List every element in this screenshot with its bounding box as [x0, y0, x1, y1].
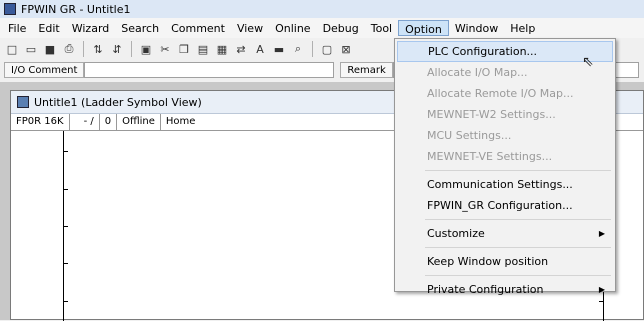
print-icon[interactable]: ⎙: [61, 41, 77, 57]
online-status: Offline: [117, 114, 161, 130]
mode-indicator: - /: [70, 114, 100, 130]
toolbar-separator: [312, 41, 313, 57]
menu-item-mewnet-ve-settings[interactable]: MEWNET-VE Settings...: [397, 146, 613, 167]
menu-comment[interactable]: Comment: [165, 20, 231, 36]
copy-icon[interactable]: ❐: [176, 41, 192, 57]
open-icon[interactable]: ▭: [23, 41, 39, 57]
title-bar: FPWIN GR - Untitle1: [0, 0, 644, 18]
cursor-position: Home: [165, 116, 196, 127]
select-icon[interactable]: ▣: [138, 41, 154, 57]
step-count: 0: [100, 114, 118, 130]
menu-view[interactable]: View: [231, 20, 269, 36]
monitor-icon[interactable]: ⇅: [90, 41, 106, 57]
paste-icon[interactable]: ▤: [195, 41, 211, 57]
convert-icon[interactable]: ⇄: [233, 41, 249, 57]
menu-item-communication-settings[interactable]: Communication Settings...: [397, 174, 613, 195]
menu-edit[interactable]: Edit: [32, 20, 65, 36]
rung-tick: [599, 301, 603, 302]
menu-item-private-configuration[interactable]: Private Configuration ▶: [397, 279, 613, 300]
customize-label: Customize: [427, 227, 485, 240]
submenu-arrow-icon: ▶: [598, 229, 605, 238]
save-icon[interactable]: ■: [42, 41, 58, 57]
menu-item-allocate-io-map[interactable]: Allocate I/O Map...: [397, 62, 613, 83]
submenu-arrow-icon: ▶: [598, 285, 605, 294]
window-title: FPWIN GR - Untitle1: [21, 2, 131, 16]
menu-search[interactable]: Search: [115, 20, 165, 36]
menu-window[interactable]: Window: [449, 20, 504, 36]
menu-online[interactable]: Online: [269, 20, 316, 36]
rung-tick: [64, 301, 68, 302]
menu-wizard[interactable]: Wizard: [66, 20, 116, 36]
menu-separator: [425, 219, 611, 220]
toolbar-separator: [131, 41, 132, 57]
menu-tool[interactable]: Tool: [365, 20, 398, 36]
menu-separator: [425, 275, 611, 276]
rung-tick: [64, 263, 68, 264]
menu-item-fpwin-gr-configuration[interactable]: FPWIN_GR Configuration...: [397, 195, 613, 216]
menu-file[interactable]: File: [2, 20, 32, 36]
menu-item-plc-configuration[interactable]: PLC Configuration...: [397, 41, 613, 62]
menu-option[interactable]: Option: [398, 20, 449, 36]
menu-help[interactable]: Help: [504, 20, 541, 36]
grid-icon[interactable]: ▦: [214, 41, 230, 57]
ladder-window-icon: [17, 96, 29, 108]
text-icon[interactable]: A: [252, 41, 268, 57]
stop-icon[interactable]: ⊠: [338, 41, 354, 57]
menu-item-allocate-remote-io-map[interactable]: Allocate Remote I/O Map...: [397, 83, 613, 104]
rung-tick: [64, 189, 68, 190]
monitor2-icon[interactable]: ⇵: [109, 41, 125, 57]
menu-separator: [425, 247, 611, 248]
mouse-cursor-icon: ⇖: [582, 54, 594, 70]
menu-debug[interactable]: Debug: [317, 20, 365, 36]
toolbar-separator: [83, 41, 84, 57]
plc-model: FP0R 16K: [11, 114, 70, 130]
remark-label: Remark: [340, 62, 393, 78]
menu-bar: File Edit Wizard Search Comment View Onl…: [0, 18, 644, 38]
option-menu-dropdown: PLC Configuration... Allocate I/O Map...…: [394, 38, 616, 296]
menu-item-keep-window-position[interactable]: Keep Window position: [397, 251, 613, 272]
io-comment-label: I/O Comment: [4, 62, 85, 78]
ladder-window-title: Untitle1 (Ladder Symbol View): [34, 95, 202, 109]
binoculars-icon[interactable]: ⌕: [290, 41, 306, 57]
rung-tick: [64, 151, 68, 152]
menu-separator: [425, 170, 611, 171]
fill-icon[interactable]: ▬: [271, 41, 287, 57]
private-configuration-label: Private Configuration: [427, 283, 544, 296]
new-icon[interactable]: □: [4, 41, 20, 57]
menu-item-mewnet-w2-settings[interactable]: MEWNET-W2 Settings...: [397, 104, 613, 125]
menu-item-customize[interactable]: Customize ▶: [397, 223, 613, 244]
app-icon: [4, 3, 16, 15]
window-icon[interactable]: ▢: [319, 41, 335, 57]
rung-tick: [64, 226, 68, 227]
io-comment-input[interactable]: [84, 62, 335, 78]
cut-icon[interactable]: ✂: [157, 41, 173, 57]
menu-item-mcu-settings[interactable]: MCU Settings...: [397, 125, 613, 146]
